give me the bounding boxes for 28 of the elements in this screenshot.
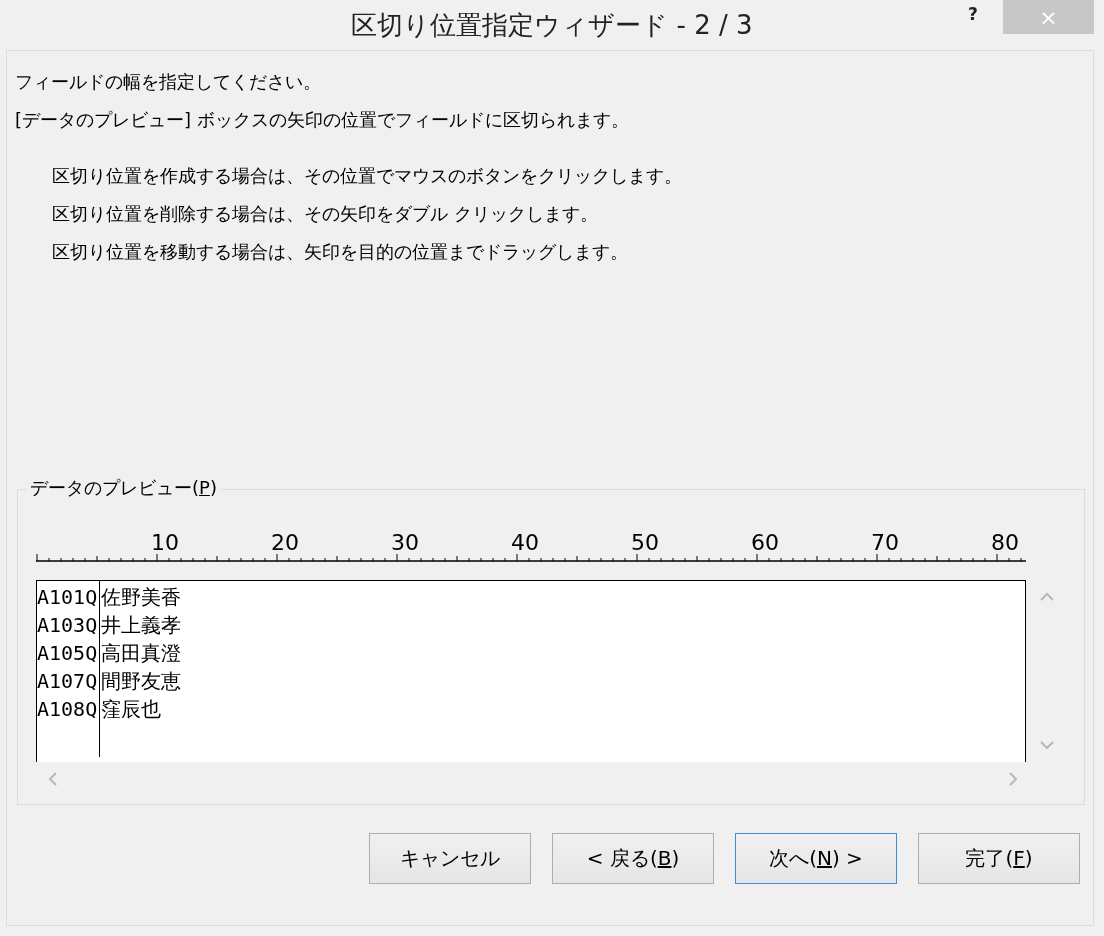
preview-field: A107Q: [37, 667, 98, 695]
preview-field: A108Q: [37, 695, 98, 723]
preview-label: データのプレビュー(P): [26, 476, 221, 500]
scroll-right-icon[interactable]: [1008, 772, 1018, 786]
instruction-text: フィールドの幅を指定してください。: [15, 70, 322, 94]
scroll-down-icon[interactable]: [1040, 740, 1054, 750]
preview-box[interactable]: A101Q 佐野美香 A103Q 井上義孝 A105Q 高田真澄 A107Q 間野友恵 A108Q 窪辰也: [36, 580, 1026, 762]
help-button[interactable]: ?: [962, 4, 984, 24]
column-ruler[interactable]: 10 20 30 40 50 60 70 80: [36, 528, 1028, 564]
preview-field: 井上義孝: [101, 611, 182, 639]
hint-text: 区切り位置を作成する場合は、その位置でマウスのボタンをクリックします。: [52, 164, 683, 188]
wizard-button[interactable]: 完了(F): [918, 833, 1080, 884]
preview-field: A105Q: [37, 639, 98, 667]
instruction-text: [データのプレビュー] ボックスの矢印の位置でフィールドに区切られます。: [15, 108, 630, 132]
hint-text: 区切り位置を削除する場合は、その矢印をダブル クリックします。: [52, 202, 599, 226]
preview-field: 窪辰也: [101, 695, 162, 723]
preview-field: A103Q: [37, 611, 98, 639]
window-title: 区切り位置指定ウィザード - 2 / 3: [351, 8, 753, 42]
wizard-button[interactable]: 次へ(N) >: [735, 833, 897, 884]
wizard-button[interactable]: キャンセル: [369, 833, 531, 884]
wizard-button[interactable]: < 戻る(B): [552, 833, 714, 884]
preview-field: 高田真澄: [101, 639, 182, 667]
scroll-up-icon[interactable]: [1040, 592, 1054, 602]
hint-text: 区切り位置を移動する場合は、矢印を目的の位置までドラッグします。: [52, 240, 629, 264]
scroll-left-icon[interactable]: [48, 772, 58, 786]
preview-field: 佐野美香: [101, 583, 182, 611]
preview-field: 間野友恵: [101, 667, 182, 695]
preview-field: A101Q: [37, 583, 98, 611]
